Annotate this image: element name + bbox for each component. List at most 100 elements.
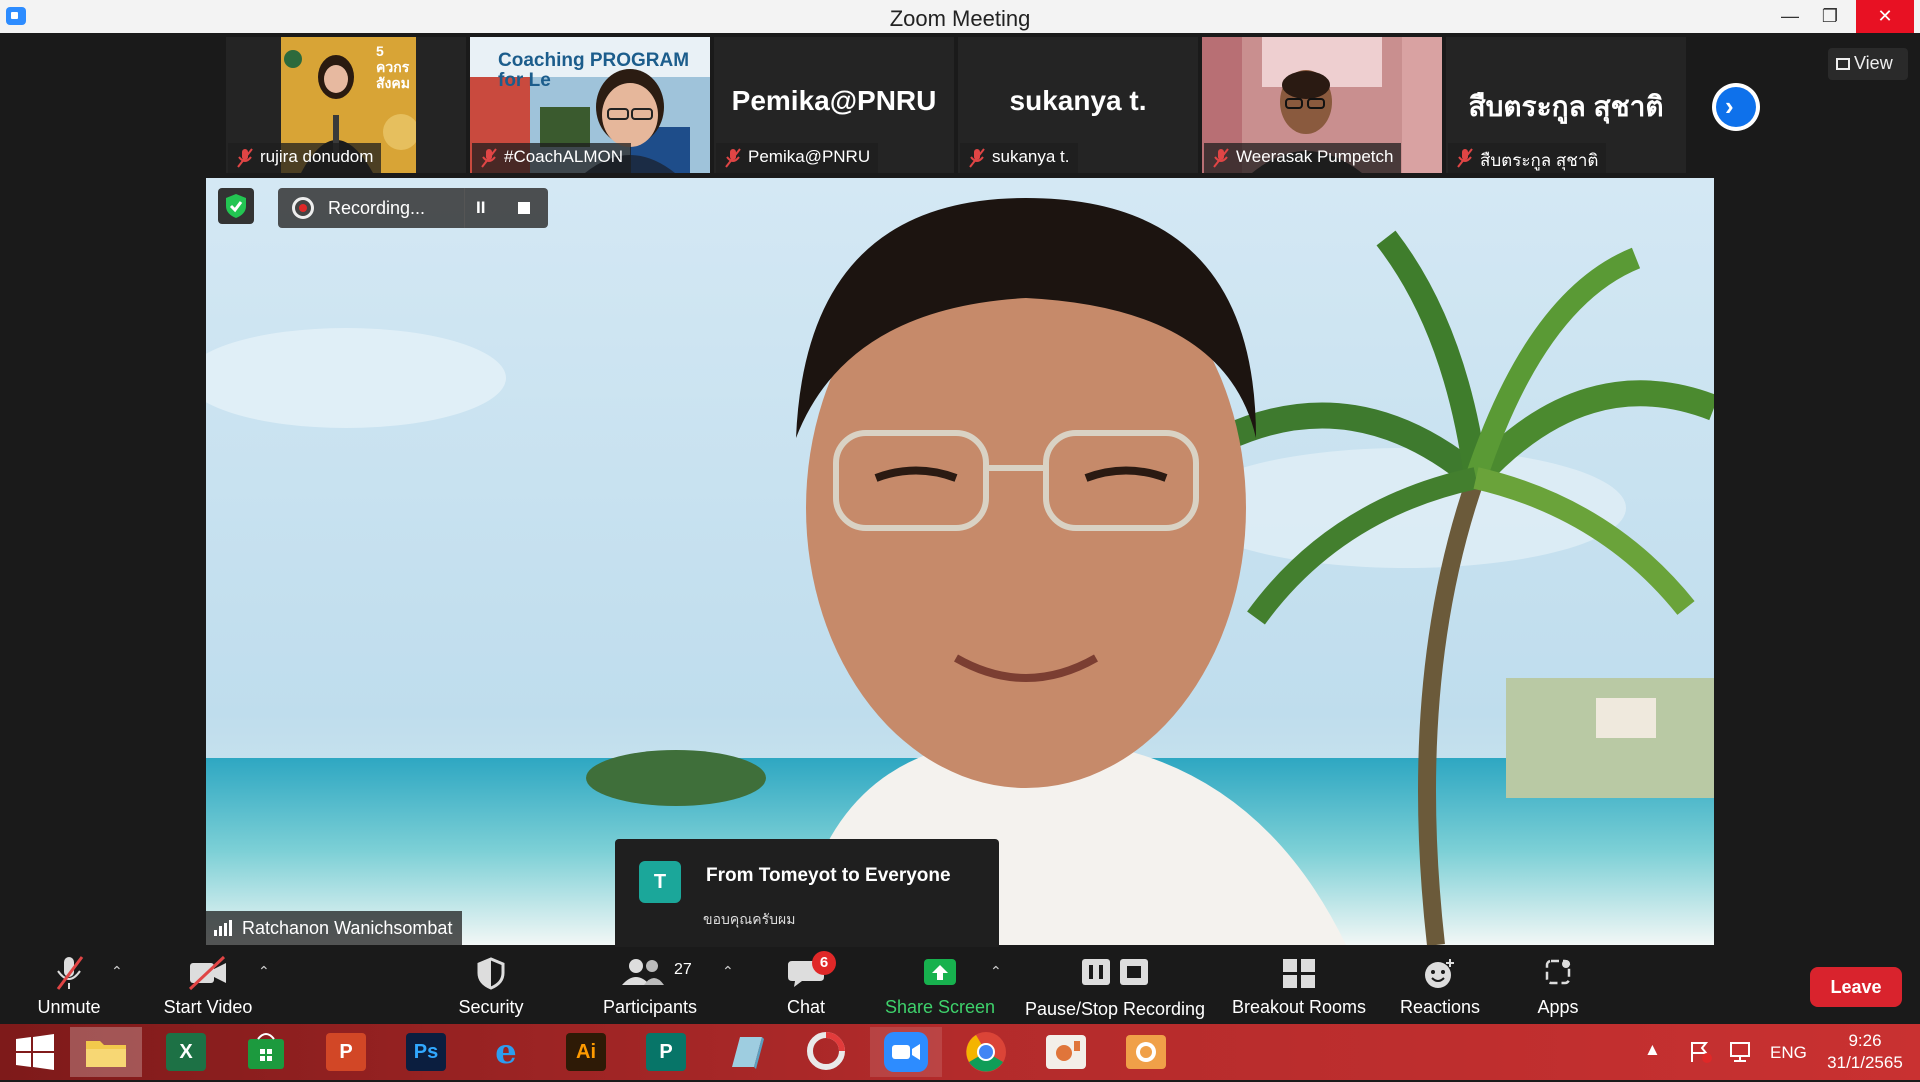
participant-tile[interactable]: sukanya t. sukanya t. <box>958 37 1198 173</box>
taskbar-illustrator[interactable]: Ai <box>550 1027 622 1077</box>
slide-text: Coaching PROGRAM for Le <box>498 50 690 91</box>
chevron-right-icon: › <box>1725 91 1734 121</box>
participants-count: 27 <box>674 961 692 978</box>
taskbar-store[interactable] <box>230 1027 302 1077</box>
participant-tile[interactable]: Coaching PROGRAM for Le #CoachALMON <box>470 37 710 173</box>
participant-display-name: sukanya t. <box>1009 85 1147 116</box>
taskbar-notepad[interactable] <box>710 1027 782 1077</box>
participant-name: rujira donudom <box>260 147 374 166</box>
participant-name: #CoachALMON <box>504 147 624 166</box>
start-button[interactable] <box>0 1027 72 1077</box>
mic-muted-icon <box>1213 148 1229 168</box>
taskbar-zoom[interactable] <box>870 1027 942 1077</box>
participant-name-tag: rujira donudom <box>228 143 382 173</box>
photoshop-icon: Ps <box>406 1033 446 1071</box>
show-hidden-icons-button[interactable]: ▲ <box>1644 1040 1661 1060</box>
reaction-smiley-icon <box>1425 959 1454 988</box>
share-screen-button[interactable]: Share Screen <box>880 947 1000 1024</box>
unmute-button[interactable]: Unmute <box>20 947 118 1024</box>
reactions-button[interactable]: Reactions <box>1394 947 1486 1024</box>
grid-icon <box>1836 58 1850 70</box>
action-center-flag-icon[interactable] <box>1688 1040 1714 1064</box>
breakout-rooms-icon <box>1283 959 1315 988</box>
leave-button[interactable]: Leave <box>1810 967 1902 1007</box>
apps-icon <box>1545 959 1571 985</box>
security-label: Security <box>458 997 524 1017</box>
share-options-caret[interactable]: ⌃ <box>990 963 1002 980</box>
pause-recording-button[interactable]: II <box>476 198 485 218</box>
unmute-label: Unmute <box>37 997 101 1017</box>
system-clock[interactable]: 9:26 31/1/2565 <box>1815 1030 1915 1074</box>
participant-display-name: Pemika@PNRU <box>731 85 937 116</box>
share-screen-label: Share Screen <box>884 997 996 1017</box>
next-page-button[interactable]: › <box>1712 83 1760 131</box>
view-label: View <box>1854 53 1893 73</box>
participant-tile[interactable]: 5 ควกร สังคม rujira donudom <box>226 37 466 173</box>
input-language[interactable]: ENG <box>1770 1043 1807 1063</box>
pause-stop-icon <box>1082 959 1148 985</box>
video-off-icon <box>188 955 226 991</box>
window-title: Zoom Meeting <box>889 6 1031 31</box>
taskbar-app-13[interactable] <box>1030 1027 1102 1077</box>
apps-button[interactable]: Apps <box>1522 947 1594 1024</box>
illustrator-icon: Ai <box>566 1033 606 1071</box>
participants-options-caret[interactable]: ⌃ <box>722 963 734 980</box>
mic-muted-icon <box>481 148 497 168</box>
pause-stop-recording-button[interactable]: Pause/Stop Recording <box>1022 947 1208 1024</box>
taskbar-photoshop[interactable]: Ps <box>390 1027 462 1077</box>
participant-tile[interactable]: Pemika@PNRU Pemika@PNRU <box>714 37 954 173</box>
taskbar-app-14[interactable] <box>1110 1027 1182 1077</box>
view-button[interactable]: View <box>1828 48 1908 80</box>
participants-button[interactable]: 27 Participants <box>592 947 708 1024</box>
notepad-icon <box>732 1037 764 1069</box>
windows-taskbar: X P Ps e Ai P ▲ ENG 9:26 31/1/2565 <box>0 1024 1920 1080</box>
participant-tile[interactable]: สืบตระกูล สุชาติ สืบตระกูล สุชาติ <box>1446 37 1686 173</box>
close-button[interactable]: ✕ <box>1856 0 1914 33</box>
speaker-name: Ratchanon Wanichsombat <box>242 918 453 938</box>
recording-indicator: Recording... II <box>278 188 548 228</box>
participant-name-tag: Pemika@PNRU <box>716 143 879 173</box>
taskbar-publisher[interactable]: P <box>630 1027 702 1077</box>
security-button[interactable]: Security <box>450 947 532 1024</box>
clock-time: 9:26 <box>1848 1031 1882 1050</box>
start-video-button[interactable]: Start Video <box>150 947 266 1024</box>
photo-viewer-icon <box>1046 1035 1086 1069</box>
audio-options-caret[interactable]: ⌃ <box>111 963 123 980</box>
apps-label: Apps <box>1537 997 1579 1017</box>
taskbar-powerpoint[interactable]: P <box>310 1027 382 1077</box>
excel-icon: X <box>166 1033 206 1071</box>
powerpoint-icon: P <box>326 1033 366 1071</box>
sender-avatar: T <box>639 861 681 903</box>
network-icon[interactable] <box>1728 1040 1754 1064</box>
participant-name: Pemika@PNRU <box>748 147 871 166</box>
stop-recording-button[interactable] <box>518 202 530 214</box>
chat-unread-badge: 6 <box>812 951 836 975</box>
meeting-stage: 5 ควกร สังคม rujira donudom Coaching PRO… <box>0 33 1920 967</box>
taskbar-file-explorer[interactable] <box>70 1027 142 1077</box>
chat-sender: From Tomeyot to Everyone <box>706 865 951 886</box>
zoom-icon <box>884 1032 928 1072</box>
taskbar-photoscape[interactable] <box>790 1027 862 1077</box>
chat-notification[interactable]: T From Tomeyot to Everyone ขอบคุณครับผม <box>615 839 999 967</box>
camera-app-icon <box>1126 1035 1166 1069</box>
participant-name-tag: สืบตระกูล สุชาติ <box>1448 143 1607 173</box>
taskbar-excel[interactable]: X <box>150 1027 222 1077</box>
internet-explorer-icon: e <box>495 1032 517 1072</box>
chrome-icon <box>966 1032 1006 1072</box>
mic-muted-icon <box>725 148 741 168</box>
clock-date: 31/1/2565 <box>1827 1053 1903 1072</box>
minimize-button[interactable]: — <box>1768 0 1812 33</box>
breakout-rooms-button[interactable]: Breakout Rooms <box>1228 947 1370 1024</box>
restore-button[interactable]: ❐ <box>1808 0 1852 33</box>
active-speaker-video[interactable]: Recording... II Ratchanon Wanichsombat <box>206 178 1714 945</box>
chat-button[interactable]: 6 Chat <box>776 947 836 1024</box>
video-options-caret[interactable]: ⌃ <box>258 963 270 980</box>
cloud-recording-icon <box>292 197 314 219</box>
poster-text: 5 ควกร สังคม <box>376 43 410 91</box>
breakout-rooms-label: Breakout Rooms <box>1231 997 1367 1017</box>
encryption-shield-icon[interactable] <box>218 188 254 224</box>
participant-tile[interactable]: Weerasak Pumpetch <box>1202 37 1442 173</box>
taskbar-internet-explorer[interactable]: e <box>470 1027 542 1077</box>
taskbar-chrome[interactable] <box>950 1027 1022 1077</box>
windows-logo-icon <box>16 1034 54 1070</box>
